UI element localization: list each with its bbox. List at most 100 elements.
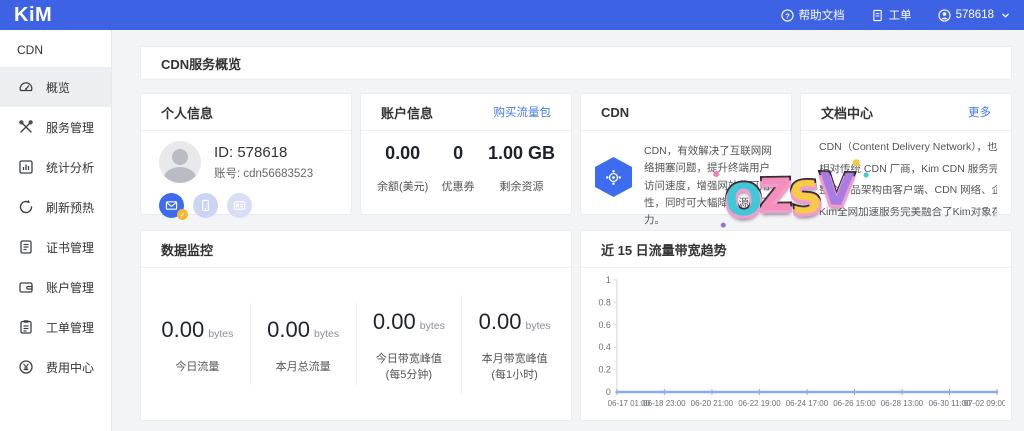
user-id: 578618 [956,9,994,21]
month-traffic-label: 本月总流量 [251,359,356,376]
cdn-card-title: CDN [601,105,629,120]
today-peak-stat: 0.00bytes 今日带宽峰值(每5分钟) [357,295,463,394]
balance-stat: 0.00 余额(美元) [377,143,428,194]
svg-text:0: 0 [606,387,611,397]
ticket-button[interactable]: 工单 [871,7,912,23]
worksheet-icon [18,319,34,335]
trend-chart-title: 近 15 日流量带宽趋势 [601,240,727,259]
user-circle-icon [938,9,951,22]
sidebar-item-label: 概览 [46,79,70,96]
balance-label: 余额(美元) [377,178,428,194]
today-traffic-unit: bytes [208,328,233,340]
sidebar-item-label: 费用中心 [46,359,94,376]
remaining-resource-stat: 1.00 GB 剩余资源 [488,143,555,194]
svg-text:0.6: 0.6 [598,320,610,330]
svg-text:06-20 21:00: 06-20 21:00 [691,399,734,408]
sidebar: CDN 概览 服务管理 统计分析 刷新预热 证书管理 账户管理 [0,30,112,431]
today-traffic-value: 0.00 [161,317,204,342]
doc-link-item[interactable]: Kim全网加速服务完美融合了Kim对象存储和 CDN ... [819,207,997,218]
data-monitor-title: 数据监控 [161,240,213,259]
doc-link-item[interactable]: 相对传统 CDN 厂商，Kim CDN 服务完全实现全自... [819,164,997,175]
svg-text:0.4: 0.4 [598,342,610,352]
sidebar-item-label: 工单管理 [46,319,94,336]
cdn-description: CDN，有效解决了互联网网络拥塞问题，提升终端用户访问速度，增强网站的可用性，同… [644,143,779,230]
personal-info-card: 个人信息 ID: 578618 账号: cdn56683523 ✓ [140,93,352,215]
month-traffic-unit: bytes [314,328,339,340]
top-header: KiM ? 帮助文档 工单 578618 [0,0,1024,30]
idcard-icon[interactable] [227,193,252,218]
avatar [159,141,201,183]
svg-text:06-24 17:00: 06-24 17:00 [786,399,829,408]
svg-text:07-02 09:00: 07-02 09:00 [964,399,1005,408]
email-verified-icon[interactable]: ✓ [159,193,184,218]
sidebar-item-account-mgmt[interactable]: 账户管理 [0,267,111,307]
cdn-product-card: CDN CDN，有效解决了互联网网络拥塞问题，提升终端用户访问速度，增强网站的可… [580,93,792,215]
today-traffic-stat: 0.00 bytes 今日流量 [145,303,251,386]
sidebar-item-stats[interactable]: 统计分析 [0,147,111,187]
svg-text:06-18 23:00: 06-18 23:00 [643,399,686,408]
user-menu[interactable]: 578618 [938,9,1010,22]
phone-icon[interactable] [193,193,218,218]
coupon-label: 优惠券 [434,178,482,194]
today-peak-label: 今日带宽峰值 [357,351,462,368]
svg-text:06-28 13:00: 06-28 13:00 [881,399,924,408]
doc-link-item[interactable]: 整个产品架构由客户端、CDN 网络、企业源站、... [819,185,997,196]
coupon-stat: 0 优惠券 [434,143,482,194]
sidebar-item-billing[interactable]: 费用中心 [0,347,111,387]
buy-traffic-pack-link[interactable]: 购买流量包 [494,104,552,120]
doc-link-item[interactable]: CDN（Content Delivery Network），也即内容分发... [819,142,997,153]
svg-text:?: ? [785,11,790,20]
page-title: CDN服务概览 [140,46,1012,80]
bar-chart-icon [18,159,34,175]
month-peak-unit: bytes [525,320,550,332]
month-traffic-value: 0.00 [267,317,310,342]
more-docs-link[interactable]: 更多 [968,104,991,120]
app-logo: KiM [14,5,52,25]
month-peak-sublabel: (每1小时) [462,367,567,384]
today-peak-sublabel: (每5分钟) [357,367,462,384]
help-docs-label: 帮助文档 [799,7,845,23]
verified-badge-icon: ✓ [177,209,188,220]
refresh-icon [18,199,34,215]
document-icon [871,9,884,22]
balance-value: 0.00 [377,143,428,164]
month-peak-value: 0.00 [479,309,522,334]
svg-text:06-22 19:00: 06-22 19:00 [738,399,781,408]
today-peak-value: 0.00 [373,309,416,334]
coupon-value: 0 [434,143,482,164]
sidebar-item-certificates[interactable]: 证书管理 [0,227,111,267]
month-peak-stat: 0.00bytes 本月带宽峰值(每1小时) [462,295,567,394]
remaining-resource-value: 1.00 GB [488,143,555,164]
sidebar-item-overview[interactable]: 概览 [0,67,111,107]
dashboard-icon [18,79,34,95]
svg-text:0.8: 0.8 [598,297,610,307]
svg-text:06-26 15:00: 06-26 15:00 [833,399,876,408]
sidebar-item-worksheets[interactable]: 工单管理 [0,307,111,347]
question-circle-icon: ? [781,9,794,22]
sidebar-item-label: 服务管理 [46,119,94,136]
doc-center-card: 文档中心 更多 CDN（Content Delivery Network），也即… [800,93,1012,215]
svg-text:0.2: 0.2 [598,365,610,375]
chevron-down-icon [1001,11,1010,20]
data-monitor-card: 数据监控 0.00bytes 今日流量 0.00bytes 本月总流量 0.00… [140,230,572,421]
billing-icon [18,359,34,375]
sidebar-item-refresh[interactable]: 刷新预热 [0,187,111,227]
sidebar-item-service-mgmt[interactable]: 服务管理 [0,107,111,147]
main-content: CDN服务概览 个人信息 ID: 578618 账号: cdn56683523 [113,30,1024,431]
trend-chart: 00.20.40.60.8106-17 01:0006-18 23:0006-2… [587,272,1005,418]
tools-icon [18,119,34,135]
month-peak-label: 本月带宽峰值 [462,351,567,368]
certificate-icon [18,239,34,255]
sidebar-item-label: 证书管理 [46,239,94,256]
sidebar-item-label: 刷新预热 [46,199,94,216]
sidebar-section-label: CDN [0,30,111,67]
account-info-title: 账户信息 [381,103,433,122]
account-info-card: 账户信息 购买流量包 0.00 余额(美元) 0 优惠券 1.00 GB 剩余资… [360,93,572,215]
today-traffic-label: 今日流量 [145,359,250,376]
help-docs-button[interactable]: ? 帮助文档 [781,7,845,23]
wallet-icon [18,279,34,295]
remaining-resource-label: 剩余资源 [488,178,555,194]
user-account-text: 账号: cdn56683523 [214,165,313,181]
trend-chart-card: 近 15 日流量带宽趋势 00.20.40.60.8106-17 01:0006… [580,230,1012,421]
svg-text:1: 1 [606,275,611,285]
